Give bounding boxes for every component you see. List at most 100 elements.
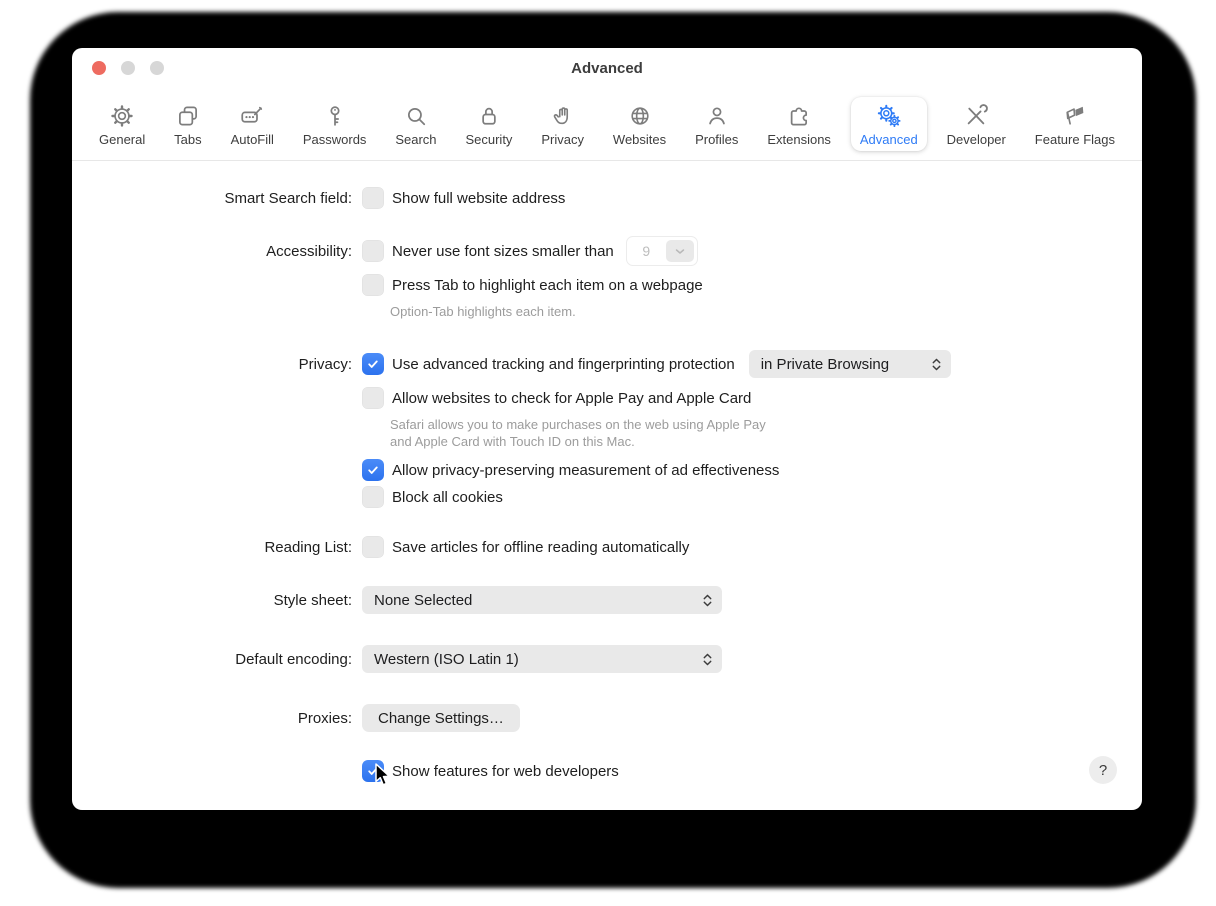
style-sheet-popup[interactable]: None Selected	[362, 586, 722, 614]
tab-label: Extensions	[767, 132, 831, 147]
offline-reading-label[interactable]: Save articles for offline reading automa…	[392, 539, 689, 556]
tab-label: General	[99, 132, 146, 147]
tab-label: Search	[395, 132, 437, 147]
checkmark-icon	[368, 360, 378, 368]
magnifier-icon	[407, 107, 426, 126]
accessibility-label: Accessibility:	[266, 242, 352, 260]
block-cookies-label[interactable]: Block all cookies	[392, 489, 503, 506]
key-icon	[330, 106, 340, 126]
press-tab-note: Option-Tab highlights each item.	[390, 304, 576, 319]
tab-websites[interactable]: Websites	[604, 97, 675, 151]
checkmark-icon	[368, 767, 378, 775]
tracking-scope-value: in Private Browsing	[760, 355, 890, 373]
gears-icon	[877, 104, 901, 127]
accessibility-row-2: Press Tab to highlight each item on a we…	[72, 271, 703, 299]
web-developer-features-checkbox[interactable]	[362, 760, 384, 782]
min-font-size-label[interactable]: Never use font sizes smaller than	[392, 243, 614, 260]
tracking-scope-popup[interactable]: in Private Browsing	[748, 350, 951, 378]
smart-search-label: Smart Search field:	[224, 189, 352, 207]
show-full-address-checkbox[interactable]	[362, 187, 384, 209]
chevron-up-down-icon	[932, 358, 941, 370]
privacy-label: Privacy:	[298, 355, 352, 373]
tab-advanced[interactable]: Advanced	[850, 97, 927, 151]
tab-label: Feature Flags	[1034, 132, 1115, 147]
tab-privacy[interactable]: Privacy	[532, 97, 593, 151]
developer-row: Show features for web developers	[72, 757, 619, 785]
person-icon	[708, 107, 725, 125]
tab-security[interactable]: Security	[456, 97, 521, 151]
advanced-tracking-checkbox[interactable]	[362, 353, 384, 375]
autofill-icon	[241, 106, 263, 123]
flags-icon	[1066, 106, 1084, 125]
tab-feature-flags[interactable]: Feature Flags	[1026, 97, 1124, 151]
tools-icon	[967, 104, 989, 125]
tabs-icon	[178, 106, 197, 126]
press-tab-checkbox[interactable]	[362, 274, 384, 296]
offline-reading-checkbox[interactable]	[362, 536, 384, 558]
ad-measurement-label[interactable]: Allow privacy-preserving measurement of …	[392, 462, 779, 479]
chevron-up-down-icon	[703, 594, 712, 606]
puzzle-icon	[790, 107, 808, 126]
window-title: Advanced	[571, 59, 643, 77]
reading-list-label: Reading List:	[264, 538, 352, 556]
tab-autofill[interactable]: AutoFill	[222, 97, 283, 151]
privacy-row-2: Allow websites to check for Apple Pay an…	[72, 384, 751, 412]
default-encoding-popup[interactable]: Western (ISO Latin 1)	[362, 645, 722, 673]
chevron-up-down-icon	[703, 653, 712, 665]
privacy-row-3: Allow privacy-preserving measurement of …	[72, 456, 779, 484]
block-cookies-checkbox[interactable]	[362, 486, 384, 508]
smart-search-row: Smart Search field: Show full website ad…	[72, 184, 565, 212]
apple-pay-note-line1: Safari allows you to make purchases on t…	[390, 417, 766, 432]
tab-label: Advanced	[859, 132, 918, 147]
tab-general[interactable]: General	[90, 97, 154, 151]
font-size-dropdown-button[interactable]	[665, 240, 694, 262]
traffic-lights	[92, 61, 164, 75]
minimize-button[interactable]	[121, 61, 135, 75]
safari-settings-window: Advanced General Tabs AutoFill Passwords…	[72, 48, 1142, 810]
show-full-address-label[interactable]: Show full website address	[392, 190, 565, 207]
zoom-button[interactable]	[150, 61, 164, 75]
accessibility-row-1: Accessibility: Never use font sizes smal…	[72, 236, 698, 266]
tab-extensions[interactable]: Extensions	[758, 97, 840, 151]
tab-developer[interactable]: Developer	[938, 97, 1015, 151]
tab-label: Profiles	[695, 132, 739, 147]
tab-label: Privacy	[541, 132, 584, 147]
change-settings-button[interactable]: Change Settings…	[362, 704, 520, 732]
min-font-size-checkbox[interactable]	[362, 240, 384, 262]
tab-label: AutoFill	[230, 132, 274, 147]
tab-profiles[interactable]: Profiles	[686, 97, 747, 151]
default-encoding-row: Default encoding: Western (ISO Latin 1)	[72, 645, 722, 673]
apple-pay-checkbox[interactable]	[362, 387, 384, 409]
privacy-row-4: Block all cookies	[72, 483, 503, 511]
gear-icon	[111, 105, 133, 127]
web-developer-features-label[interactable]: Show features for web developers	[392, 763, 619, 780]
apple-pay-label[interactable]: Allow websites to check for Apple Pay an…	[392, 390, 751, 407]
style-sheet-label: Style sheet:	[273, 591, 352, 609]
globe-icon	[630, 107, 649, 125]
font-size-value: 9	[642, 243, 651, 259]
tab-label: Tabs	[174, 132, 202, 147]
help-button[interactable]: ?	[1089, 756, 1117, 784]
close-button[interactable]	[92, 61, 106, 75]
title-bar: Advanced	[72, 48, 1142, 88]
tab-search[interactable]: Search	[386, 97, 445, 151]
privacy-row-1: Privacy: Use advanced tracking and finge…	[72, 350, 951, 378]
advanced-tracking-label[interactable]: Use advanced tracking and fingerprinting…	[392, 356, 735, 373]
settings-toolbar: General Tabs AutoFill Passwords Search S…	[72, 88, 1142, 161]
tab-label: Passwords	[302, 132, 367, 147]
apple-pay-note: Safari allows you to make purchases on t…	[390, 416, 766, 450]
hand-icon	[553, 107, 568, 125]
press-tab-label[interactable]: Press Tab to highlight each item on a we…	[392, 277, 703, 294]
tab-label: Security	[465, 132, 513, 147]
style-sheet-value: None Selected	[374, 591, 473, 609]
proxies-row: Proxies: Change Settings…	[72, 704, 520, 732]
lock-icon	[482, 107, 496, 125]
ad-measurement-checkbox[interactable]	[362, 459, 384, 481]
apple-pay-note-line2: and Apple Card with Touch ID on this Mac…	[390, 434, 635, 449]
tab-passwords[interactable]: Passwords	[294, 97, 376, 151]
tab-label: Developer	[946, 132, 1006, 147]
font-size-select[interactable]: 9	[625, 236, 698, 266]
chevron-down-icon	[675, 248, 685, 254]
tab-tabs[interactable]: Tabs	[165, 97, 210, 151]
proxies-label: Proxies:	[297, 709, 352, 727]
